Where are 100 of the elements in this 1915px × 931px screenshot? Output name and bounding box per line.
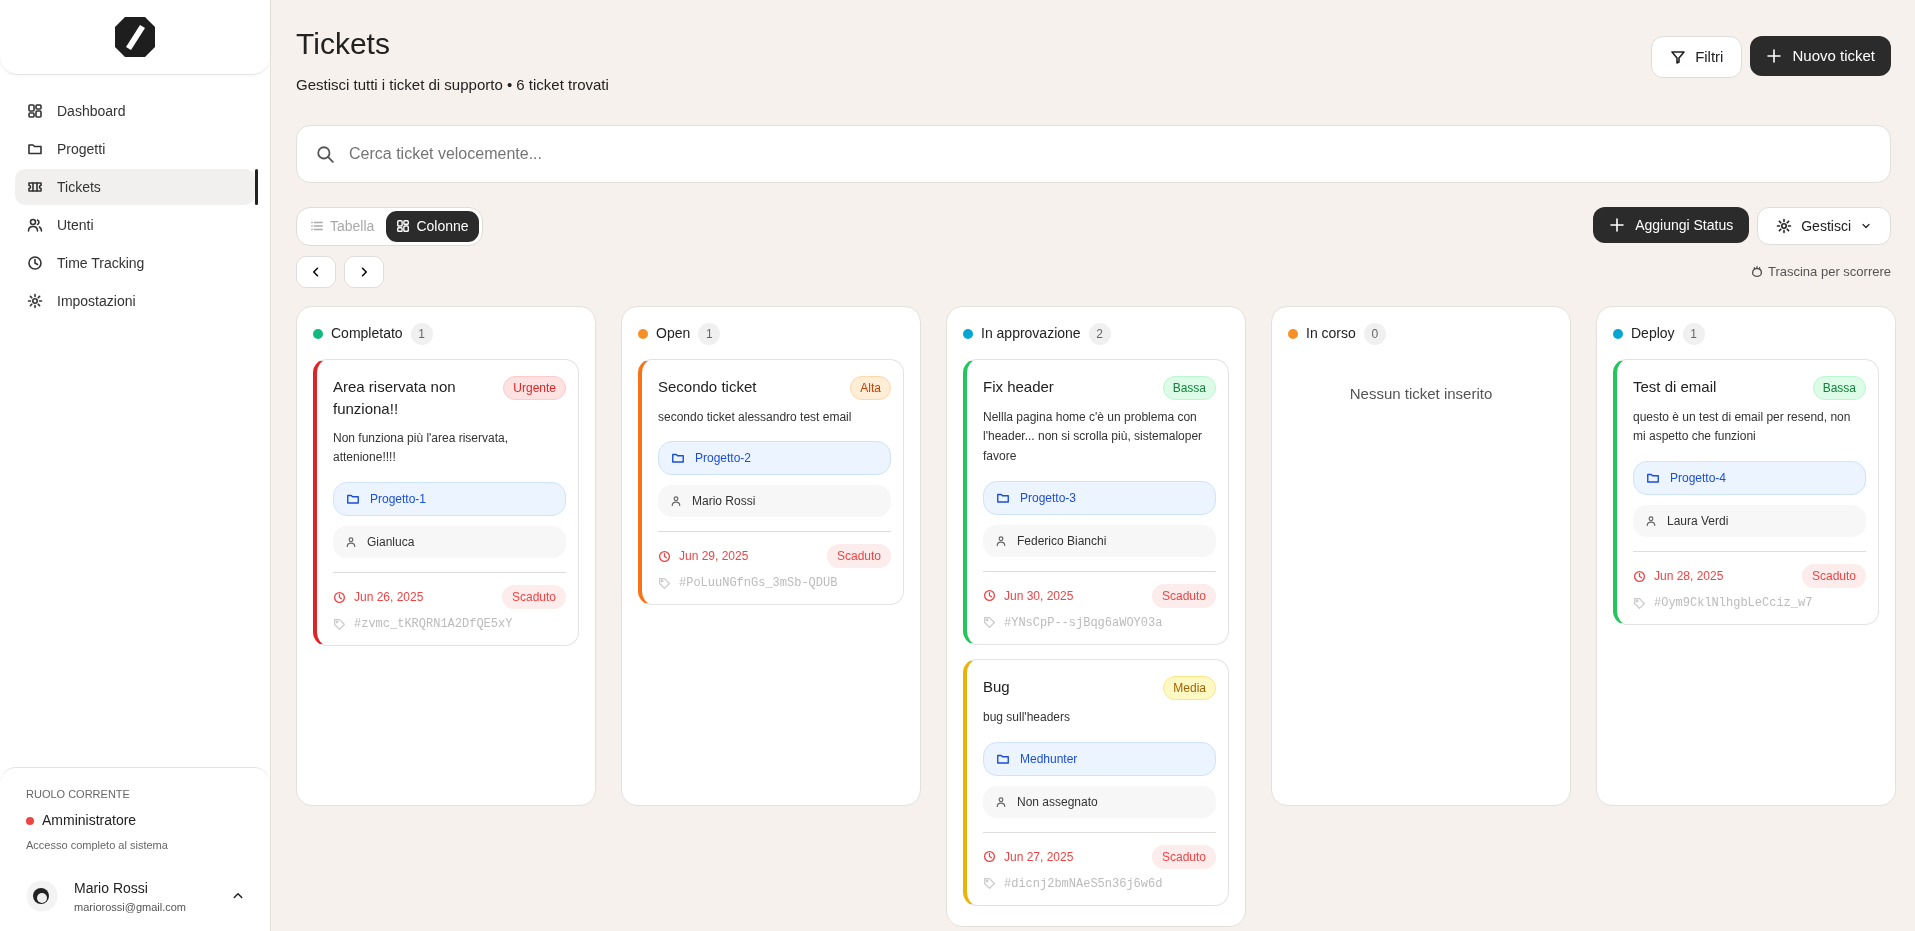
- user-icon: [1645, 515, 1657, 528]
- ticket-title: Secondo ticket: [658, 376, 757, 397]
- ticket-description: questo è un test di email per resend, non mi aspetto che funzioni: [1633, 408, 1852, 446]
- priority-badge: Bassa: [1162, 375, 1216, 400]
- user-name: Mario Rossi: [74, 878, 149, 898]
- user-icon: [345, 536, 357, 549]
- overdue-badge: Scaduto: [1151, 844, 1216, 869]
- overdue-badge: Scaduto: [1801, 564, 1866, 589]
- ticket-card[interactable]: Bug Media bug sull'headers Medhunter Non assegnato Jun 27, 2025 Scaduto #dicnj2bmNAeS5n36j6w6d: [963, 658, 1229, 906]
- add-status-button[interactable]: Aggiungi Status: [1593, 207, 1750, 243]
- search-field[interactable]: Cerca ticket velocemente...: [296, 124, 1891, 183]
- new-ticket-button[interactable]: Nuovo ticket: [1750, 36, 1891, 76]
- ticket-description: Nellla pagina home c'è un problema con l'header... non si scrolla più, sistemaloper favore: [983, 408, 1204, 466]
- overdue-badge: Scaduto: [501, 585, 566, 610]
- folder-icon: [671, 451, 685, 466]
- priority-badge: Media: [1163, 675, 1216, 700]
- empty-message: Nessun ticket inserito: [1348, 383, 1494, 404]
- ticket-description: bug sull'headers: [983, 708, 1072, 726]
- app-logo-icon: [113, 15, 157, 59]
- sidebar-item[interactable]: Utenti: [15, 207, 255, 243]
- overdue-badge: Scaduto: [1151, 583, 1216, 608]
- assignee-name: Gianluca: [367, 534, 415, 552]
- project-name: Progetto-3: [1020, 489, 1077, 507]
- project-name: Progetto-4: [1670, 470, 1727, 488]
- clock-icon: [27, 255, 43, 271]
- user-icon: [670, 495, 682, 508]
- project-tag[interactable]: Progetto-4: [1633, 461, 1866, 496]
- previous-button[interactable]: [296, 255, 336, 288]
- count-badge: 1: [1682, 322, 1705, 345]
- due-date: Jun 29, 2025: [679, 548, 749, 566]
- ticket-card[interactable]: Test di email Bassa questo è un test di email per resend, non mi aspetto che funzioni Progetto-4 Laura Verdi Jun 28, 2025 Scaduto #Oym9CklNlhgbLeCciz_w7: [1613, 358, 1879, 626]
- ticket-description: Non funziona più l'area riservata, attenione!!!!: [333, 429, 510, 467]
- folder-icon: [1646, 471, 1660, 486]
- assignee-name: Non assegnato: [1017, 793, 1098, 811]
- role-description: Accesso completo al sistema: [26, 838, 169, 853]
- project-name: Progetto-1: [370, 491, 427, 509]
- settings-icon: [27, 293, 43, 309]
- column-title: In approvazione: [981, 324, 1081, 343]
- ticket-title: Bug: [983, 676, 1010, 697]
- clock-icon: [333, 590, 346, 604]
- next-button[interactable]: [344, 255, 384, 288]
- plus-icon: [1609, 217, 1626, 233]
- ticket-card[interactable]: Secondo ticket Alta secondo ticket alessandro test email Progetto-2 Mario Rossi Jun 29, 2025 Scaduto #PoLuuNGfnGs_3mSb-QDUB: [638, 358, 904, 606]
- ticket-icon: [27, 179, 43, 195]
- tag-icon: [1633, 596, 1646, 610]
- list-icon: [310, 219, 324, 233]
- grid-icon: [396, 219, 411, 233]
- priority-badge: Bassa: [1812, 375, 1866, 400]
- count-badge: 0: [1363, 322, 1386, 345]
- filter-button[interactable]: Filtri: [1651, 36, 1743, 78]
- priority-badge: Urgente: [503, 375, 566, 400]
- project-tag[interactable]: Progetto-3: [983, 480, 1216, 515]
- sidebar-item[interactable]: Dashboard: [15, 93, 255, 129]
- hand-icon: [1749, 263, 1764, 280]
- column-title: In corso: [1306, 324, 1356, 343]
- view-tab[interactable]: Colonne: [386, 210, 479, 242]
- sidebar-item[interactable]: Impostazioni: [15, 283, 255, 319]
- ticket-description: secondo ticket alessandro test email: [658, 408, 853, 426]
- due-date: Jun 26, 2025: [354, 589, 424, 607]
- count-badge: 1: [410, 322, 433, 345]
- drag-hint: Trascina per scorrere: [1767, 262, 1891, 281]
- overdue-badge: Scaduto: [826, 544, 891, 569]
- ticket-title: Test di email: [1633, 376, 1717, 397]
- ticket-title: Area riservata non funziona!!: [333, 376, 457, 419]
- project-name: Medhunter: [1020, 750, 1078, 768]
- column-title: Open: [656, 324, 691, 343]
- clock-icon: [983, 850, 996, 864]
- user-icon: [995, 534, 1007, 547]
- page-title: Tickets: [296, 26, 391, 62]
- tag-icon: [983, 616, 996, 630]
- column-title: Completato: [331, 324, 403, 343]
- ticket-card[interactable]: Fix header Bassa Nellla pagina home c'è un problema con l'header... non si scrolla più, sistemaloper favore Progetto-3 Federico Bianchi Jun 30, 2025 Scaduto #YNsCpP--sjBqg6aWOY03a: [963, 358, 1229, 645]
- user-icon: [995, 795, 1007, 808]
- settings-icon: [1776, 218, 1793, 234]
- priority-badge: Alta: [850, 375, 891, 400]
- ticket-code: #YNsCpP--sjBqg6aWOY03a: [1004, 614, 1163, 632]
- assignee-name: Mario Rossi: [692, 493, 756, 511]
- project-tag[interactable]: Progetto-2: [658, 441, 891, 476]
- page-subtitle: Gestisci tutti i ticket di supporto • 6 ticket trovati: [296, 75, 609, 95]
- ticket-code: #Oym9CklNlhgbLeCciz_w7: [1654, 595, 1813, 613]
- folder-icon: [346, 492, 360, 507]
- project-tag[interactable]: Progetto-1: [333, 482, 566, 517]
- manage-dropdown[interactable]: Gestisci: [1757, 207, 1891, 245]
- sidebar-item[interactable]: Progetti: [15, 131, 255, 167]
- project-tag[interactable]: Medhunter: [983, 741, 1216, 776]
- clock-icon: [658, 549, 671, 563]
- role-caption: RUOLO CORRENTE: [26, 786, 131, 802]
- tag-icon: [983, 877, 996, 891]
- sidebar-item[interactable]: Time Tracking: [15, 245, 255, 281]
- sidebar-item[interactable]: Tickets: [15, 169, 255, 205]
- ticket-code: #dicnj2bmNAeS5n36j6w6d: [1004, 875, 1163, 893]
- assignee-name: Laura Verdi: [1667, 513, 1729, 531]
- column-title: Deploy: [1631, 324, 1675, 343]
- due-date: Jun 28, 2025: [1654, 568, 1724, 586]
- folder-icon: [27, 141, 43, 157]
- search-icon: [316, 144, 334, 163]
- plus-icon: [1766, 48, 1783, 64]
- ticket-card[interactable]: Area riservata non funziona!! Urgente Non funziona più l'area riservata, attenione!!!! Progetto-1 Gianluca Jun 26, 2025 Scaduto #zvmc_tKRQRN1A2DfQE5xY: [313, 358, 579, 647]
- assignee-name: Federico Bianchi: [1017, 532, 1107, 550]
- user-email: mariorossi@gmail.com: [74, 899, 188, 915]
